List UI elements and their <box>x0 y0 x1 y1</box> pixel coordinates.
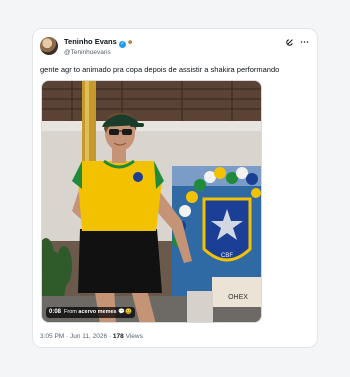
author-display-name[interactable]: Teninho Evans ✓ ☻ <box>64 37 134 48</box>
video-source-name[interactable]: acervo memes <box>78 309 116 315</box>
tweet-text: gente agr to animado pra copa depois de … <box>40 65 280 74</box>
tweet-date[interactable]: Jun 11, 2026 <box>70 333 107 340</box>
author-handle[interactable]: @Teninhoevans <box>64 48 134 57</box>
video-timestamp: 0:08 <box>49 309 62 315</box>
tweet-meta: 3:05 PM · Jun 11, 2026 · 178 Views <box>40 332 143 341</box>
more-icon[interactable] <box>300 38 309 48</box>
tweet-header: Teninho Evans ✓ ☻ @Teninhoevans <box>40 37 309 59</box>
author-avatar[interactable] <box>40 37 58 55</box>
verified-badge-icon: ✓ <box>118 41 126 48</box>
views-label: Views <box>125 333 143 340</box>
video-info-overlay: 0:08 From acervo memes 💬🤐 <box>46 307 135 318</box>
header-actions <box>286 38 309 48</box>
video-source-suffix: 💬🤐 <box>118 309 132 315</box>
author-names: Teninho Evans ✓ ☻ @Teninhoevans <box>64 37 134 57</box>
views-count[interactable]: 178 <box>113 333 124 340</box>
svg-text:CBF: CBF <box>221 253 233 259</box>
grok-icon[interactable] <box>286 38 294 48</box>
meta-separator: · <box>66 333 69 340</box>
video-frame: CBF OHEX <box>42 81 261 322</box>
meta-separator-2: · <box>108 333 112 340</box>
video-source-prefix: From <box>64 309 77 315</box>
tweet-card[interactable]: Teninho Evans ✓ ☻ @Teninhoevans gente agr … <box>32 28 318 348</box>
tweet-video[interactable]: CBF OHEX 0:08 From acervo memes 💬🤐 <box>41 80 262 323</box>
cowboy-emoji-icon: ☻ <box>126 39 134 46</box>
video-source[interactable]: From acervo memes 💬🤐 <box>64 307 132 318</box>
svg-text:OHEX: OHEX <box>228 294 248 301</box>
tweet-time[interactable]: 3:05 PM <box>40 333 64 340</box>
author-display-name-text[interactable]: Teninho Evans <box>64 37 117 46</box>
